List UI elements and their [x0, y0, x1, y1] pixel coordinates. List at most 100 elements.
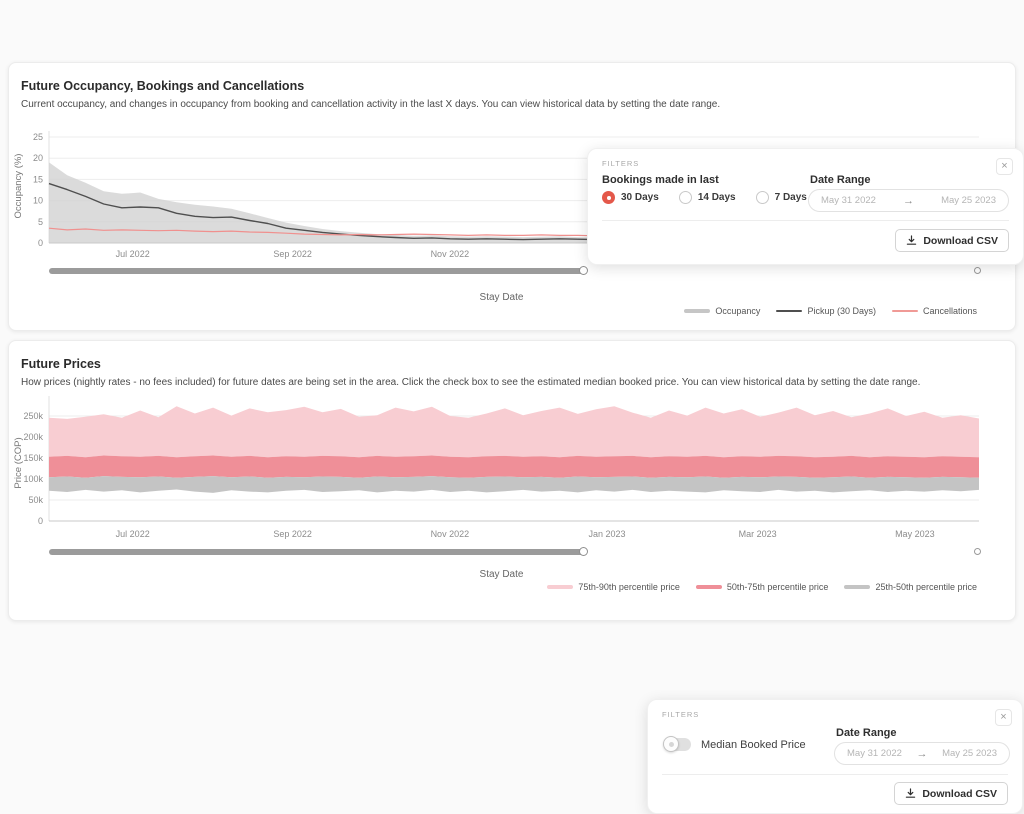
date-range-label: Date Range [810, 174, 871, 186]
price-legend: 75th-90th percentile price 50th-75th perc… [547, 582, 977, 592]
x-tick-label: Sep 2022 [273, 249, 312, 259]
y-tick-label: 0 [38, 516, 43, 526]
legend-item[interactable]: Cancellations [892, 306, 977, 316]
y-tick-label: 20 [33, 153, 43, 163]
radio-icon[interactable] [602, 191, 615, 204]
radio-icon[interactable] [756, 191, 769, 204]
radio-label: 30 Days [621, 192, 659, 203]
y-tick-label: 5 [38, 217, 43, 227]
series-25th-50th-percentile-price [49, 476, 979, 493]
radio-label: 7 Days [775, 192, 807, 203]
radio-7-days[interactable]: 7 Days [756, 191, 807, 204]
divider [662, 774, 1008, 775]
legend-swatch [844, 585, 870, 589]
legend-label: Cancellations [923, 306, 977, 316]
scrollbar-handle[interactable] [579, 547, 588, 556]
close-icon[interactable]: × [995, 709, 1012, 726]
x-tick-label: May 2023 [895, 529, 935, 539]
x-tick-label: Sep 2022 [273, 529, 312, 539]
date-start-input[interactable]: May 31 2022 [821, 195, 876, 206]
x-tick-label: Jul 2022 [116, 249, 150, 259]
bookings-made-in-last-label: Bookings made in last [602, 174, 719, 186]
filters-label: FILTERS [662, 710, 699, 719]
y-tick-label: 25 [33, 132, 43, 142]
divider [602, 220, 1009, 221]
date-end-input[interactable]: May 25 2023 [941, 195, 996, 206]
prices-card-title: Future Prices [21, 357, 101, 371]
occupancy-filters-panel: FILTERS × Bookings made in last 30 Days … [587, 148, 1024, 265]
legend-label: Pickup (30 Days) [807, 306, 876, 316]
prices-card: Future Prices How prices (nightly rates … [8, 340, 1016, 621]
download-icon [906, 235, 917, 246]
price-chart: 0 50k 100k 150k 200k 250k Jul 2022 Sep 2022 Nov … [9, 389, 994, 549]
radio-icon[interactable] [679, 191, 692, 204]
legend-item[interactable]: Pickup (30 Days) [776, 306, 876, 316]
y-tick-label: 10 [33, 196, 43, 206]
occupancy-card: Future Occupancy, Bookings and Cancellat… [8, 62, 1016, 331]
date-range-picker[interactable]: May 31 2022 → May 25 2023 [834, 742, 1010, 765]
legend-swatch [892, 310, 918, 312]
legend-swatch [696, 585, 722, 589]
download-csv-button[interactable]: Download CSV [894, 782, 1008, 805]
scrollbar-fill[interactable] [49, 549, 584, 555]
legend-label: 75th-90th percentile price [578, 582, 680, 592]
occupancy-chart-scrollbar[interactable] [9, 266, 994, 276]
date-range-picker[interactable]: May 31 2022 → May 25 2023 [808, 189, 1009, 212]
legend-item[interactable]: 25th-50th percentile price [844, 582, 977, 592]
price-chart-scrollbar[interactable] [9, 547, 994, 557]
y-tick-label: 100k [23, 474, 43, 484]
date-end-input[interactable]: May 25 2023 [942, 748, 997, 759]
median-booked-price-label: Median Booked Price [701, 739, 806, 751]
bookings-window-radio-group: 30 Days 14 Days 7 Days [602, 191, 807, 204]
filters-label: FILTERS [602, 159, 639, 168]
y-axis-title: Price (COP) [13, 437, 24, 488]
close-icon[interactable]: × [996, 158, 1013, 175]
download-csv-label: Download CSV [922, 788, 997, 800]
y-tick-label: 150k [23, 453, 43, 463]
y-tick-label: 15 [33, 174, 43, 184]
legend-swatch [547, 585, 573, 589]
arrow-right-icon: → [903, 195, 914, 207]
date-range-label: Date Range [836, 727, 897, 739]
scrollbar-end-handle[interactable] [974, 548, 981, 555]
toggle-knob[interactable] [663, 736, 679, 752]
y-tick-label: 250k [23, 411, 43, 421]
download-csv-button[interactable]: Download CSV [895, 229, 1009, 252]
download-icon [905, 788, 916, 799]
download-csv-label: Download CSV [923, 235, 998, 247]
legend-label: 25th-50th percentile price [875, 582, 977, 592]
legend-item[interactable]: 50th-75th percentile price [696, 582, 829, 592]
y-tick-label: 50k [28, 495, 43, 505]
occupancy-card-title: Future Occupancy, Bookings and Cancellat… [21, 79, 304, 93]
price-xaxis-title: Stay Date [9, 569, 994, 580]
y-axis-title: Occupancy (%) [13, 154, 24, 219]
legend-item[interactable]: 75th-90th percentile price [547, 582, 680, 592]
x-tick-label: Mar 2023 [739, 529, 777, 539]
radio-14-days[interactable]: 14 Days [679, 191, 736, 204]
median-booked-price-row: Median Booked Price [664, 738, 806, 751]
y-tick-label: 200k [23, 432, 43, 442]
series-50th-75th-percentile-price [49, 456, 979, 478]
legend-label: Occupancy [715, 306, 760, 316]
x-tick-label: Jul 2022 [116, 529, 150, 539]
radio-label: 14 Days [698, 192, 736, 203]
x-tick-label: Jan 2023 [588, 529, 625, 539]
occupancy-xaxis-title: Stay Date [9, 292, 994, 303]
legend-swatch [776, 310, 802, 312]
prices-filters-panel: FILTERS × Median Booked Price Date Range… [647, 699, 1023, 814]
date-start-input[interactable]: May 31 2022 [847, 748, 902, 759]
x-tick-label: Nov 2022 [431, 249, 470, 259]
scrollbar-fill[interactable] [49, 268, 584, 274]
legend-swatch [684, 309, 710, 313]
scrollbar-handle[interactable] [579, 266, 588, 275]
occupancy-card-subtitle: Current occupancy, and changes in occupa… [21, 99, 1013, 110]
legend-item[interactable]: Occupancy [684, 306, 760, 316]
series-75th-90th-percentile-price [49, 406, 979, 457]
x-tick-label: Nov 2022 [431, 529, 470, 539]
radio-30-days[interactable]: 30 Days [602, 191, 659, 204]
arrow-right-icon: → [917, 748, 928, 760]
y-tick-label: 0 [38, 238, 43, 248]
median-booked-price-toggle[interactable] [664, 738, 691, 751]
scrollbar-end-handle[interactable] [974, 267, 981, 274]
legend-label: 50th-75th percentile price [727, 582, 829, 592]
